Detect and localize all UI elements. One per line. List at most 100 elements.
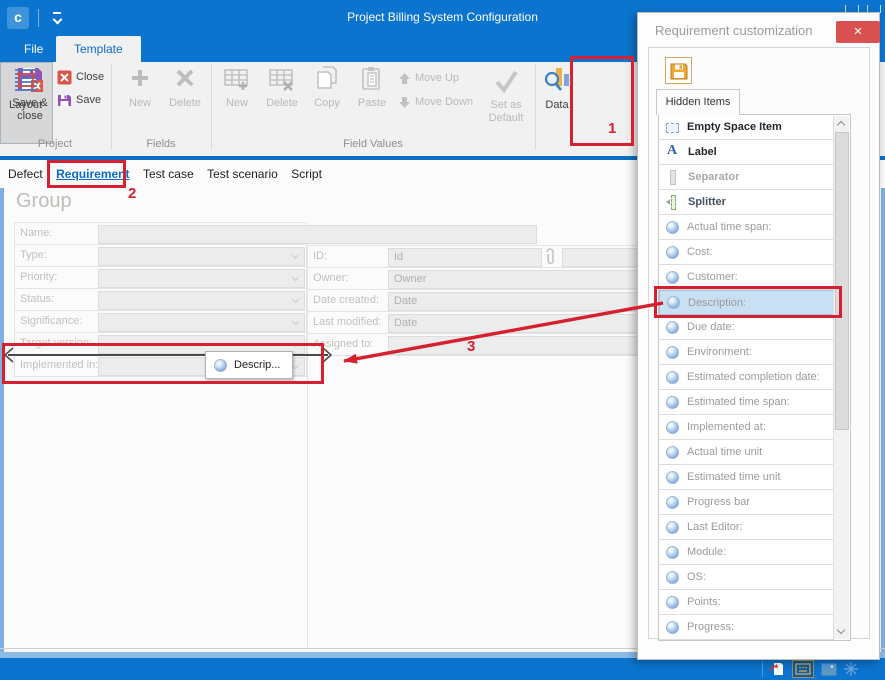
doc-tab[interactable]: Requirement [56,167,129,181]
scroll-up-icon[interactable] [837,120,845,128]
item-label: Module: [687,546,726,558]
table-x-icon [267,64,297,94]
move-down-button[interactable]: Move Down [398,92,473,112]
panel-save-button[interactable] [665,57,692,84]
hidden-item[interactable]: Empty Space Item [659,115,834,140]
layout-toggle-button[interactable]: Layout [0,62,53,144]
hidden-item[interactable]: Points: [659,590,834,615]
field-input[interactable] [98,291,305,310]
field-input[interactable] [98,269,305,288]
copy-label: Copy [305,97,349,110]
doc-tab[interactable]: Defect [8,167,43,181]
hidden-item[interactable]: Label [659,140,834,165]
field-label: Last modified: [313,316,381,328]
hidden-item[interactable]: Estimated time span: [659,390,834,415]
sphere-icon [214,359,227,372]
field-label: Assigned to: [313,338,374,350]
copy-button[interactable]: Copy [305,64,349,110]
panel-close-button[interactable]: ✕ [836,21,880,43]
hidden-items-list: Empty Space Item Label Separator Splitte… [658,114,851,641]
tab-file[interactable]: File [6,36,61,62]
hidden-item[interactable]: Splitter [659,190,834,215]
hidden-item[interactable]: Progress: [659,615,834,640]
hidden-item[interactable]: Customer: [659,265,834,290]
doc-tab-label: Test case [143,167,194,181]
item-icon [666,371,679,384]
scrollbar[interactable] [833,116,849,639]
move-up-label: Move Up [415,72,459,84]
item-icon [666,621,679,634]
field-label: ID: [313,250,327,262]
field-values-new-button[interactable]: New [215,64,259,110]
field-label: Type: [20,249,47,261]
item-label: Last Editor: [687,521,743,533]
hidden-item[interactable]: Estimated completion date: [659,365,834,390]
hidden-item[interactable]: Actual time span: [659,215,834,240]
paste-button[interactable]: Paste [350,64,394,110]
fv-new-label: New [215,97,259,110]
paperclip-icon[interactable] [541,248,558,267]
window-edge [0,158,4,658]
hidden-item[interactable]: Module: [659,540,834,565]
window-controls[interactable] [837,0,881,10]
field-input[interactable] [98,225,537,244]
snowflake-icon[interactable] [840,660,862,678]
field-values-delete-button[interactable]: Delete [260,64,304,110]
hidden-item[interactable]: Description: [659,290,834,315]
hidden-item[interactable]: Last Editor: [659,515,834,540]
hidden-item[interactable]: Progress bar [659,490,834,515]
item-label: Splitter [688,196,726,208]
hidden-item[interactable]: Actual time unit [659,440,834,465]
group-label-project: Project [0,138,110,150]
item-label: Label [688,146,717,158]
doc-tab[interactable]: Script [291,167,322,181]
image-icon[interactable] [818,660,840,678]
scroll-down-icon[interactable] [837,627,845,635]
hidden-item[interactable]: Implemented at: [659,415,834,440]
field-label: Target version: [20,337,92,349]
layout-label: Layout [0,99,51,112]
field-input[interactable]: Id [388,248,542,267]
item-label: Customer: [687,271,738,283]
hidden-item[interactable]: OS: [659,565,834,590]
data-label: Data [538,99,576,112]
set-as-default-button[interactable]: Set as Default [479,66,533,125]
field-input[interactable] [98,313,305,332]
hidden-item[interactable]: Estimated time unit [659,465,834,490]
save-button[interactable]: Save [57,90,101,110]
data-button[interactable]: Data [538,64,576,112]
doc-tab[interactable]: Test scenario [207,167,278,181]
field-input[interactable] [98,247,305,266]
close-project-button[interactable]: Close [57,67,104,87]
requirement-customization-panel: Requirement customization ✕ Hidden Items… [637,12,880,660]
form-row: Priority: [14,266,307,289]
document-redo-icon[interactable] [766,660,788,678]
item-icon [666,596,679,609]
item-icon [666,571,679,584]
scrollbar-thumb[interactable] [835,132,849,430]
hidden-item[interactable]: Due date: [659,315,834,340]
item-icon [666,271,679,284]
hidden-item[interactable]: Environment: [659,340,834,365]
fields-new-button[interactable]: New [118,64,162,110]
chevron-down-icon [293,297,299,303]
item-label: Progress: [687,621,734,633]
doc-tab-label: Script [291,167,322,181]
move-up-button[interactable]: Move Up [398,68,459,88]
panel-active-icon[interactable] [792,660,814,678]
hidden-item[interactable]: Separator [659,165,834,190]
form-row: Status: [14,288,307,311]
item-icon [666,496,679,509]
group-label-field-values: Field Values [212,138,534,150]
chevron-down-icon [293,275,299,281]
item-label: Description: [688,297,746,309]
field-label: Status: [20,293,54,305]
drag-ghost-label: Descrip... [234,359,280,371]
hidden-item[interactable]: Cost: [659,240,834,265]
tab-hidden-items[interactable]: Hidden Items [656,89,740,115]
doc-tab[interactable]: Test case [143,167,194,181]
tab-template[interactable]: Template [56,36,141,62]
fields-delete-button[interactable]: Delete [163,64,207,110]
save-icon [57,93,72,108]
field-label: Priority: [20,271,57,283]
